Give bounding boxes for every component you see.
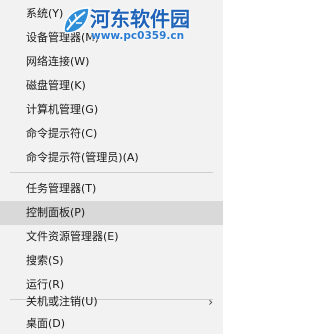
menu-item-device-manager[interactable]: 设备管理器(M) — [0, 26, 223, 50]
menu-item-command-prompt[interactable]: 命令提示符(C) — [0, 122, 223, 146]
menu-item-label: 磁盘管理(K) — [26, 79, 86, 92]
menu-item-label: 命令提示符(C) — [26, 127, 98, 140]
menu-separator — [10, 172, 213, 173]
menu-item-desktop[interactable]: 桌面(D) — [0, 312, 223, 336]
menu-item-computer-management[interactable]: 计算机管理(G) — [0, 98, 223, 122]
menu-item-search[interactable]: 搜索(S) — [0, 249, 223, 273]
menu-item-control-panel[interactable]: 控制面板(P) — [0, 201, 223, 225]
menu-item-file-explorer[interactable]: 文件资源管理器(E) — [0, 225, 223, 249]
menu-item-label: 任务管理器(T) — [26, 182, 97, 195]
menu-item-network-connections[interactable]: 网络连接(W) — [0, 50, 223, 74]
menu-item-task-manager[interactable]: 任务管理器(T) — [0, 177, 223, 201]
winx-context-menu: 系统(Y) 设备管理器(M) 网络连接(W) 磁盘管理(K) 计算机管理(G) … — [0, 0, 223, 334]
menu-item-label: 搜索(S) — [26, 254, 64, 267]
menu-item-label: 桌面(D) — [26, 317, 66, 330]
menu-item-system[interactable]: 系统(Y) — [0, 2, 223, 26]
menu-item-label: 网络连接(W) — [26, 55, 90, 68]
menu-item-label: 系统(Y) — [26, 7, 64, 20]
menu-item-label: 关机或注销(U) — [26, 295, 98, 308]
menu-item-label: 命令提示符(管理员)(A) — [26, 151, 139, 164]
menu-item-disk-management[interactable]: 磁盘管理(K) — [0, 74, 223, 98]
menu-item-label: 计算机管理(G) — [26, 103, 99, 116]
chevron-right-icon: › — [208, 295, 213, 309]
menu-item-shutdown-signout[interactable]: 关机或注销(U) › — [0, 290, 223, 314]
menu-item-label: 控制面板(P) — [26, 206, 86, 219]
menu-item-label: 设备管理器(M) — [26, 31, 100, 44]
menu-item-label: 文件资源管理器(E) — [26, 230, 119, 243]
menu-item-command-prompt-admin[interactable]: 命令提示符(管理员)(A) — [0, 146, 223, 170]
